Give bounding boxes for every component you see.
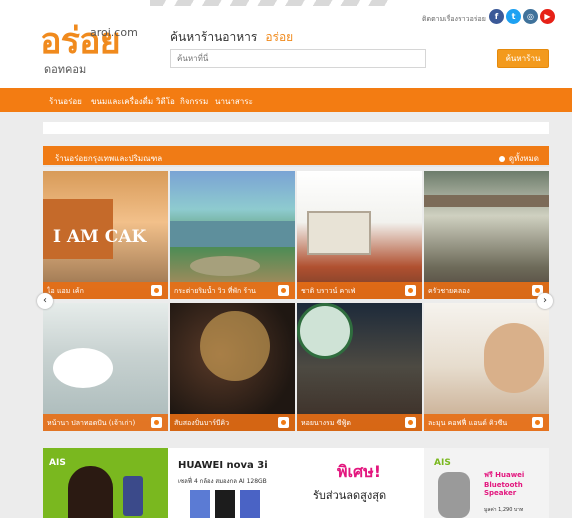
ad-phone-image <box>215 490 235 518</box>
card-title: ชาติ บราวน์ คาเฟ่ <box>301 287 356 295</box>
card-caption: หอยนางรม ซีฟู้ด <box>297 414 422 431</box>
section-title: ร้านอร่อยกรุงเทพและปริมณฑล <box>55 154 163 163</box>
ad-headline: HUAWEI nova 3i <box>178 460 268 471</box>
search-button[interactable]: ค้นหาร้าน <box>497 49 549 68</box>
restaurant-card[interactable]: หน้านา ปลาทอดปัน (เจ้าเก่า) <box>43 303 168 431</box>
main-content: ร้านอร่อยกรุงเทพและปริมณฑล ดูทั้งหมด ไอ … <box>37 120 553 518</box>
restaurant-card[interactable]: กระต่ายริมน้ำ วิว ที่พัก ร้าน <box>170 171 295 299</box>
card-plus-icon[interactable] <box>278 417 289 428</box>
card-title: ละมุน คอฟฟี่ แอนด์ คิวซีน <box>428 419 508 427</box>
card-plus-icon[interactable] <box>151 417 162 428</box>
ad-subtext: รับส่วนลดสูงสุด <box>313 489 387 502</box>
twitter-icon[interactable]: t <box>506 9 521 24</box>
card-caption: ไอ แอม เค้ก <box>43 282 168 299</box>
search-input[interactable] <box>170 49 426 68</box>
card-title: ครัวชายคลอง <box>428 287 470 295</box>
ad-phone-image <box>190 490 210 518</box>
section-header: ร้านอร่อยกรุงเทพและปริมณฑล ดูทั้งหมด <box>43 146 549 167</box>
logo-domain: aroi.com <box>90 26 138 39</box>
card-caption: ละมุน คอฟฟี่ แอนด์ คิวซีน <box>424 414 549 431</box>
restaurant-card[interactable]: สับสองปั่นบาร์บีคิว <box>170 303 295 431</box>
card-title: ไอ แอม เค้ก <box>47 287 84 295</box>
carousel-next-icon[interactable]: › <box>537 293 553 309</box>
card-plus-icon[interactable] <box>532 417 543 428</box>
card-plus-icon[interactable] <box>278 285 289 296</box>
card-plus-icon[interactable] <box>405 417 416 428</box>
nav-item-articles[interactable]: นานาสาระ <box>215 95 253 108</box>
search-title: ค้นหาร้านอาหาร อร่อย <box>170 28 293 47</box>
ad-banner[interactable]: HUAWEI nova 3i เซลฟี่ 4 กล้อง สมองกล AI … <box>170 448 295 518</box>
ad-speaker-image <box>438 472 470 518</box>
restaurant-grid: ไอ แอม เค้ก กระต่ายริมน้ำ วิว ที่พัก ร้า… <box>37 171 553 433</box>
card-caption: ครัวชายคลอง <box>424 282 549 299</box>
ad-subtext: มูลค่า 1,290 บาท <box>484 507 524 513</box>
ad-tag: ฟรี Huawei Bluetooth Speaker <box>484 471 525 497</box>
card-caption: ชาติ บราวน์ คาเฟ่ <box>297 282 422 299</box>
nav-item-events[interactable]: กิจกรรม <box>180 95 208 108</box>
card-plus-icon[interactable] <box>151 285 162 296</box>
restaurant-card[interactable]: หอยนางรม ซีฟู้ด <box>297 303 422 431</box>
main-nav: ร้านอร่อย ขนมและเครื่องดื่ม วิดีโอ กิจกร… <box>0 88 572 112</box>
top-stripe-decoration <box>150 0 390 6</box>
card-plus-icon[interactable] <box>405 285 416 296</box>
site-logo[interactable]: อร่อย aroi.com ดอทคอม <box>40 22 150 77</box>
instagram-icon[interactable]: ◎ <box>523 9 538 24</box>
card-caption: หน้านา ปลาทอดปัน (เจ้าเก่า) <box>43 414 168 431</box>
facebook-icon[interactable]: f <box>489 9 504 24</box>
ad-phone-image <box>240 490 260 518</box>
restaurant-card[interactable]: ครัวชายคลอง <box>424 171 549 299</box>
page: อร่อย aroi.com ดอทคอม ค้นหาร้านอาหาร อร่อ… <box>0 0 572 518</box>
logo-sub-text: ดอทคอม <box>44 63 87 76</box>
nav-item-video[interactable]: วิดีโอ <box>156 95 175 108</box>
restaurant-card[interactable]: ละมุน คอฟฟี่ แอนด์ คิวซีน <box>424 303 549 431</box>
restaurant-card[interactable]: ไอ แอม เค้ก <box>43 171 168 299</box>
see-all-link[interactable]: ดูทั้งหมด <box>499 152 539 165</box>
card-caption: กระต่ายริมน้ำ วิว ที่พัก ร้าน <box>170 282 295 299</box>
card-title: สับสองปั่นบาร์บีคิว <box>174 419 230 427</box>
announcement-bar <box>43 122 549 134</box>
ad-model-photo <box>68 466 113 518</box>
ad-banner[interactable]: AIS ฟรี Huawei Bluetooth Speaker มูลค่า … <box>424 448 549 518</box>
ad-banner[interactable]: AIS <box>43 448 168 518</box>
card-title: หอยนางรม ซีฟู้ด <box>301 419 351 427</box>
search-title-highlight: อร่อย <box>265 30 294 44</box>
ad-banner[interactable]: พิเศษ! รับส่วนลดสูงสุด <box>297 448 422 518</box>
ad-brand: AIS <box>49 458 66 468</box>
ad-strip: AIS HUAWEI nova 3i เซลฟี่ 4 กล้อง สมองกล… <box>43 448 549 518</box>
restaurant-card[interactable]: ชาติ บราวน์ คาเฟ่ <box>297 171 422 299</box>
card-title: หน้านา ปลาทอดปัน (เจ้าเก่า) <box>47 419 135 427</box>
card-caption: สับสองปั่นบาร์บีคิว <box>170 414 295 431</box>
search-title-text: ค้นหาร้านอาหาร <box>170 30 258 44</box>
nav-item-desserts[interactable]: ขนมและเครื่องดื่ม <box>91 95 153 108</box>
ad-brand: AIS <box>434 458 451 468</box>
carousel-prev-icon[interactable]: ‹ <box>37 293 53 309</box>
ad-phone-image <box>123 476 143 516</box>
follow-text: ติดตามเรื่องราวอร่อย <box>422 15 486 23</box>
ad-subtext: เซลฟี่ 4 กล้อง สมองกล AI 128GB <box>178 478 267 485</box>
nav-item-restaurants[interactable]: ร้านอร่อย <box>49 95 82 108</box>
ad-headline: พิเศษ! <box>337 462 382 481</box>
youtube-icon[interactable]: ▶ <box>540 9 555 24</box>
card-title: กระต่ายริมน้ำ วิว ที่พัก ร้าน <box>174 287 256 295</box>
